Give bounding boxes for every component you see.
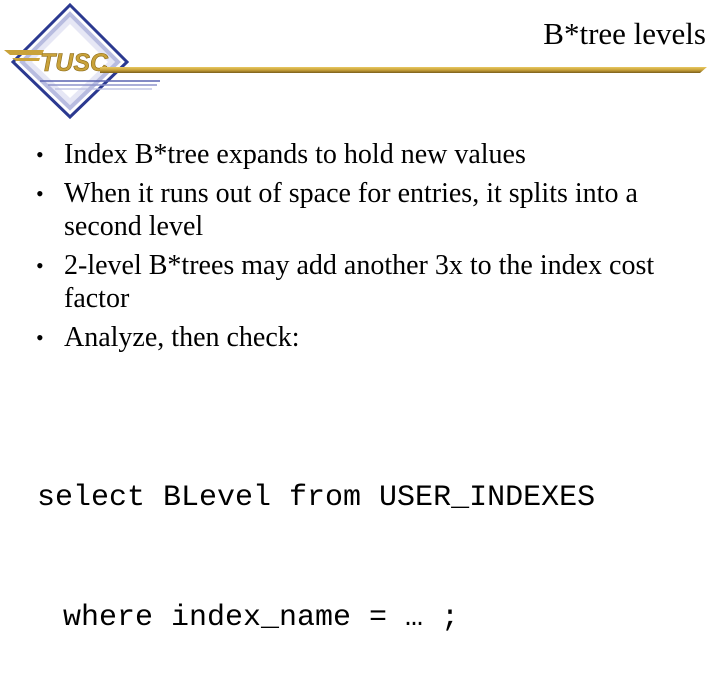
bullet-marker: • [36, 181, 44, 206]
sql-line: select BLevel from USER_INDEXES [37, 481, 596, 515]
bullet-text: 2-level B*trees may add another 3x to th… [64, 250, 655, 314]
sql-code-block: select BLevel from USER_INDEXES where in… [37, 398, 595, 678]
bullet-marker: • [36, 253, 44, 278]
bullet-marker: • [36, 325, 44, 350]
bullet-text: When it runs out of space for entries, i… [64, 178, 638, 242]
logo-text: TUSC [40, 49, 109, 77]
bullet-item: • When it runs out of space for entries,… [36, 177, 716, 243]
slide-title: B*tree levels [543, 16, 706, 51]
bullet-marker: • [36, 142, 44, 167]
bullet-list: • Index B*tree expands to hold new value… [36, 138, 716, 354]
logo-swoosh [4, 50, 44, 55]
bullet-item: • Index B*tree expands to hold new value… [36, 138, 716, 171]
bullet-text: Index B*tree expands to hold new values [64, 139, 526, 170]
bullet-text: Analyze, then check: [64, 322, 300, 353]
tusc-logo: TUSC [4, 2, 160, 120]
bullet-item: • 2-level B*trees may add another 3x to … [36, 249, 716, 315]
title-rule [100, 67, 707, 73]
bullet-item: • Analyze, then check: [36, 321, 716, 354]
sql-line: where index_name = … ; [63, 601, 460, 635]
